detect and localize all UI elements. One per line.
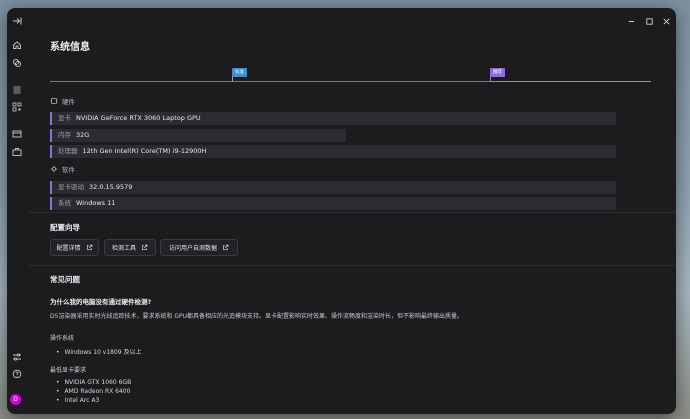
gpu-item: NVIDIA GTX 1060 6GB [56,379,132,386]
external-link-icon [86,244,92,250]
hw-gpu-value: NVIDIA GeForce RTX 3060 Laptop GPU [76,114,201,122]
hw-row-memory: 内存 32G [50,129,346,142]
section-divider [28,212,676,213]
hw-cpu-key: 处理器 [58,147,78,155]
faq-title: 常见问题 [50,275,80,284]
gear-icon [50,165,58,173]
sw-row-os: 系统 Windows 11 [50,197,616,210]
user-test-data-button[interactable]: 访问用户自测数据 [160,239,238,256]
layers-icon[interactable] [10,56,24,70]
section-divider [28,265,676,266]
recommended-marker: 推荐 [490,68,505,77]
briefcase-icon[interactable] [10,145,24,159]
sw-driver-key: 显卡驱动 [58,183,84,191]
hw-gpu-key: 显卡 [58,114,71,122]
sidebar: D [7,8,27,414]
config-details-button[interactable]: 配置详情 [50,239,99,256]
external-link-icon [223,244,229,250]
gpu-item: Intel Arc A3 [56,397,100,404]
faq-question: 为什么我的电脑没有通过硬件检测? [50,298,152,306]
collapse-icon[interactable] [10,14,24,28]
hw-row-gpu: 显卡 NVIDIA GeForce RTX 3060 Laptop GPU [50,112,616,125]
software-title: 软件 [62,166,75,174]
gpu-label: 最低显卡要求 [50,367,87,374]
os-label: 操作系统 [50,335,75,342]
sw-driver-value: 32.0.15.9579 [89,183,133,191]
detection-tool-label: 检测工具 [111,245,136,252]
config-details-label: 配置详情 [56,245,81,252]
hw-memory-value: 32G [76,131,90,139]
hardware-title: 硬件 [62,98,75,106]
sw-os-key: 系统 [58,199,71,207]
user-avatar[interactable]: D [10,394,21,405]
hardware-header: 硬件 [50,96,75,106]
chip-icon [50,98,58,104]
grid-icon[interactable] [10,83,24,97]
window-icon[interactable] [10,127,24,141]
sliders-icon[interactable] [10,350,24,364]
hw-row-cpu: 处理器 12th Gen Intel(R) Core(TM) i9-12900H [50,145,616,158]
page-title: 系统信息 [50,42,90,53]
help-icon[interactable] [10,367,24,381]
home-icon[interactable] [10,38,24,52]
sw-row-driver: 显卡驱动 32.0.15.9579 [50,181,616,194]
qr-icon[interactable] [10,100,24,114]
faq-answer: D5渲染器采用实时光线追踪技术，要求系统和 GPU都具备相应的光追模块支持。显卡… [50,313,464,320]
capability-track-recommended [490,81,651,82]
gpu-item: AMD Radeon RX 6400 [56,388,131,395]
detection-tool-button[interactable]: 检测工具 [104,239,156,256]
hw-memory-key: 内存 [58,131,71,139]
config-guide-title: 配置向导 [50,223,80,232]
user-test-data-label: 访问用户自测数据 [168,245,217,252]
external-link-icon [142,244,148,250]
hw-cpu-value: 12th Gen Intel(R) Core(TM) i9-12900H [82,147,207,155]
os-item: Windows 10 v1809 及以上 [56,347,142,356]
main-content: 系统信息 标准 推荐 硬件 显卡 NVIDIA GeForce RTX 3060 … [28,8,676,414]
software-header: 软件 [50,164,75,174]
standard-marker: 标准 [232,68,247,77]
app-window: D 系统信息 标准 推荐 硬件 显卡 NVIDIA GeForce RTX 306… [7,8,676,414]
sw-os-value: Windows 11 [76,199,116,207]
